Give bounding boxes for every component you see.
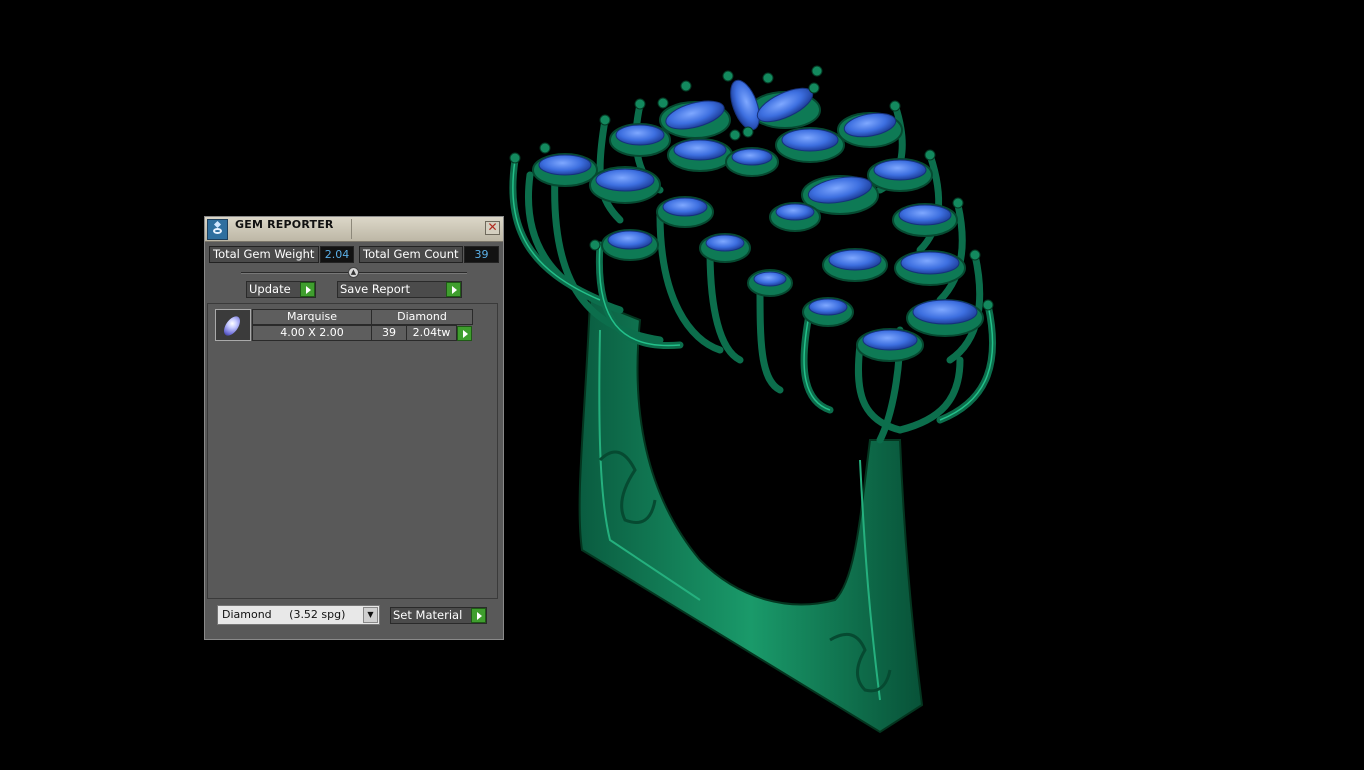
gem-weight-cell: 2.04tw (406, 325, 457, 341)
close-icon[interactable]: ✕ (485, 221, 500, 235)
gem-material-cell: Diamond (371, 309, 473, 325)
chevron-down-icon[interactable]: ▼ (363, 607, 378, 623)
collapse-toggle-icon[interactable]: ▲ (348, 267, 359, 278)
gem-count-cell: 39 (371, 325, 407, 341)
gem-reporter-panel: GEM REPORTER ✕ Total Gem Weight 2.04 Tot… (204, 216, 504, 640)
marquise-gem-thumbnail (215, 309, 251, 341)
titlebar-divider (351, 219, 352, 239)
total-gem-count-value: 39 (464, 246, 499, 263)
panel-title: GEM REPORTER (235, 218, 334, 231)
go-arrow-icon (446, 282, 461, 297)
gem-size-cell: 4.00 X 2.00 (252, 325, 372, 341)
total-gem-count-label: Total Gem Count (359, 246, 463, 263)
total-gem-weight-value: 2.04 (320, 246, 354, 263)
panel-titlebar[interactable]: GEM REPORTER ✕ (205, 217, 503, 242)
set-material-button-label: Set Material (393, 608, 463, 622)
set-material-button[interactable]: Set Material (390, 607, 487, 624)
gem-row-go-button[interactable] (457, 326, 472, 341)
gem-shape-cell: Marquise (252, 309, 372, 325)
update-button[interactable]: Update (246, 281, 316, 298)
ring-model (509, 65, 997, 734)
update-button-label: Update (249, 282, 291, 296)
save-report-button[interactable]: Save Report (337, 281, 462, 298)
total-gem-weight-label: Total Gem Weight (209, 246, 319, 263)
gem-reporter-app-icon (207, 219, 228, 240)
gem-list[interactable]: Marquise Diamond 4.00 X 2.00 39 2.04tw (207, 303, 498, 599)
go-arrow-icon (471, 608, 486, 623)
material-select-value: Diamond (3.52 spg) (222, 608, 346, 621)
go-arrow-icon (300, 282, 315, 297)
save-report-button-label: Save Report (340, 282, 411, 296)
material-select[interactable]: Diamond (3.52 spg) ▼ (217, 605, 380, 625)
